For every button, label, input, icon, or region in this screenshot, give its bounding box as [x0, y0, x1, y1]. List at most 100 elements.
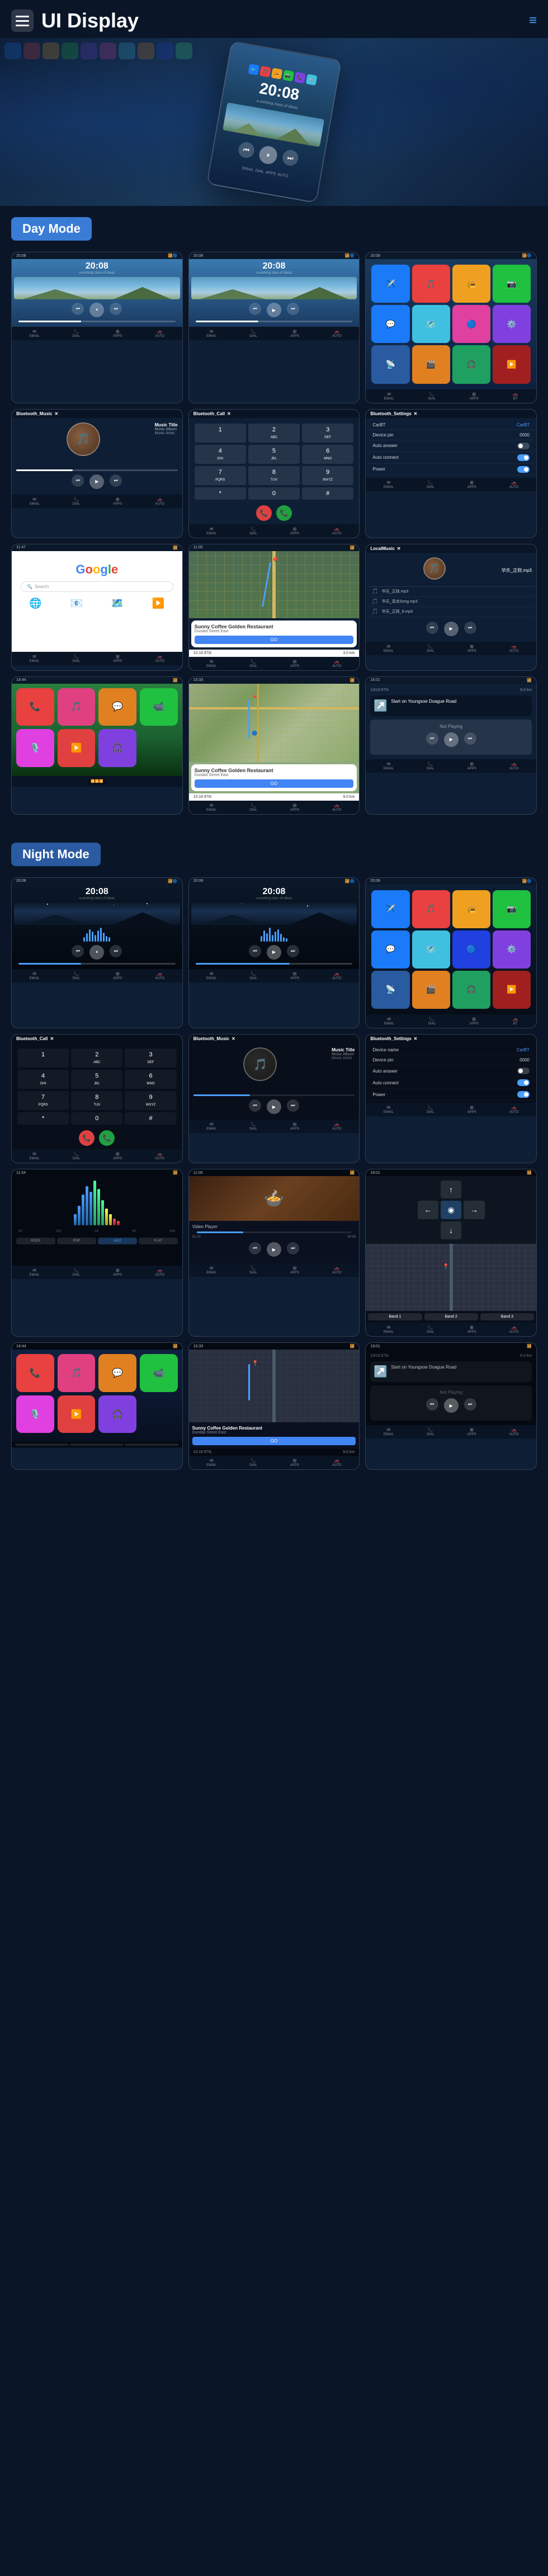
detail-go-btn[interactable]: GO [195, 779, 354, 788]
dial-8[interactable]: 8TUV [248, 466, 300, 485]
np-next[interactable]: ⏭ [464, 732, 476, 745]
night-ctrl-2[interactable]: Band 2 [424, 1313, 478, 1320]
bt-prev[interactable]: ⏮ [72, 474, 84, 487]
day-next-2[interactable]: ⏭ [287, 303, 299, 315]
dial-0[interactable]: 0 [248, 487, 300, 500]
day-play-1[interactable]: ⏸ [89, 303, 104, 317]
night-next-1[interactable]: ⏭ [110, 945, 122, 957]
dial-hash[interactable]: # [302, 487, 353, 500]
bt-play[interactable]: ▶ [89, 474, 104, 489]
night-bt-call-close[interactable]: ✕ [50, 1036, 54, 1041]
night-bt-prev[interactable]: ⏮ [249, 1099, 261, 1112]
night-app-wechat[interactable]: 💬 [371, 930, 409, 969]
night-prev-1[interactable]: ⏮ [72, 945, 84, 957]
night-ctrl-1[interactable]: Band 1 [368, 1313, 422, 1320]
night-app-settings[interactable]: ⚙️ [493, 930, 531, 969]
night-nav-go[interactable]: GO [192, 1437, 356, 1445]
night-app-maps[interactable]: 🗺️ [412, 930, 450, 969]
dial-2[interactable]: 2ABC [248, 424, 300, 443]
dial-4[interactable]: 4GHI [195, 445, 246, 464]
dial-7[interactable]: 7PQRS [195, 466, 246, 485]
night-auto-answer-toggle[interactable] [517, 1068, 530, 1074]
night-dial-4[interactable]: 4GHI [17, 1070, 69, 1089]
ios-music-app[interactable]: 🎵 [58, 688, 96, 726]
night-app-music[interactable]: 🎵 [412, 890, 450, 928]
night-ios-facetime[interactable]: 📹 [140, 1354, 178, 1392]
night-ios-messages[interactable]: 💬 [98, 1354, 136, 1392]
night-dial-star[interactable]: * [17, 1112, 69, 1125]
day-prev-2[interactable]: ⏮ [249, 303, 261, 315]
night-dial-8[interactable]: 8TUV [71, 1091, 122, 1110]
app-radio[interactable]: 📡 [371, 345, 409, 383]
app-spotify[interactable]: 🎧 [452, 345, 490, 383]
night-call-start[interactable]: 📞 [99, 1130, 115, 1146]
song-item-2[interactable]: 🎵 华乐_双龙Song.mp3 [368, 597, 534, 607]
night-settings-auto-connect[interactable]: Auto connect [368, 1077, 534, 1089]
night-dial-hash[interactable]: # [125, 1112, 176, 1125]
nav-arrow-up[interactable]: ↑ [441, 1181, 461, 1198]
night-auto-connect-toggle[interactable] [517, 1079, 530, 1086]
np-prev[interactable]: ⏮ [426, 732, 438, 745]
app-youtube[interactable]: ▶️ [493, 345, 531, 383]
hero-prev-btn[interactable]: ⏮ [237, 141, 255, 159]
night-bt-play[interactable]: ▶ [267, 1099, 281, 1114]
ios-podcast-app[interactable]: 🎙️ [16, 729, 54, 767]
local-music-close[interactable]: ✕ [397, 546, 401, 551]
dial-6[interactable]: 6MNO [302, 445, 353, 464]
google-search-bar[interactable]: 🔍 Search [21, 581, 173, 592]
night-settings-auto-answer[interactable]: Auto answer [368, 1065, 534, 1077]
night-bt-music-close[interactable]: ✕ [232, 1036, 235, 1041]
night-dial-3[interactable]: 3DEF [125, 1049, 176, 1068]
night-dial-2[interactable]: 2ABC [71, 1049, 122, 1068]
song-item-3[interactable]: 🎵 华乐_正则_8.mp3 [368, 607, 534, 617]
app-settings[interactable]: ⚙️ [493, 305, 531, 343]
nav-icon[interactable]: ≡ [529, 13, 537, 29]
hero-play-btn[interactable]: ⏸ [258, 145, 278, 166]
google-app-4[interactable]: ▶️ [139, 598, 177, 609]
night-app-phone[interactable]: 📻 [452, 890, 490, 928]
night-ios-podcast[interactable]: 🎙️ [16, 1395, 54, 1433]
np-play[interactable]: ▶ [444, 732, 459, 747]
night-play-2[interactable]: ▶ [267, 945, 281, 960]
night-dial-7[interactable]: 7PQRS [17, 1091, 69, 1110]
auto-answer-toggle[interactable] [517, 443, 530, 449]
auto-connect-toggle[interactable] [517, 454, 530, 461]
local-play[interactable]: ▶ [444, 622, 459, 636]
night-app-radio[interactable]: 📡 [371, 971, 409, 1009]
night-app-video[interactable]: 🎬 [412, 971, 450, 1009]
media-next[interactable]: ⏭ [287, 1242, 299, 1254]
night-app-telegram[interactable]: ✈️ [371, 890, 409, 928]
nav-arrow-left[interactable]: ← [418, 1201, 438, 1219]
dial-star[interactable]: * [195, 487, 246, 500]
night-dial-6[interactable]: 6MNO [125, 1070, 176, 1089]
ios-messages-app[interactable]: 💬 [98, 688, 136, 726]
eq-btn-3[interactable]: JAZZ [98, 1238, 137, 1244]
day-play-2[interactable]: ▶ [267, 303, 281, 317]
night-power-toggle[interactable] [517, 1091, 530, 1098]
night-prev-2[interactable]: ⏮ [249, 945, 261, 957]
google-app-1[interactable]: 🌐 [16, 598, 55, 609]
power-toggle[interactable] [517, 466, 530, 473]
night-settings-power[interactable]: Power [368, 1089, 534, 1101]
app-wechat[interactable]: 💬 [371, 305, 409, 343]
eq-btn-2[interactable]: POP [57, 1238, 96, 1244]
night-ios-youtube[interactable]: ▶️ [58, 1395, 96, 1433]
night-dial-1[interactable]: 1 [17, 1049, 69, 1068]
ios-spotify-app[interactable]: 🎧 [98, 729, 136, 767]
night-ios-spotify[interactable]: 🎧 [98, 1395, 136, 1433]
hero-next-btn[interactable]: ⏭ [281, 149, 299, 167]
night-app-youtube[interactable]: ▶️ [493, 971, 531, 1009]
night-app-bt[interactable]: 🔵 [452, 930, 490, 969]
nav-go-button[interactable]: GO [195, 636, 354, 644]
app-camera[interactable]: 📷 [493, 265, 531, 303]
night-np-play[interactable]: ▶ [444, 1398, 459, 1413]
menu-icon[interactable] [11, 10, 34, 32]
night-ios-music[interactable]: 🎵 [58, 1354, 96, 1392]
night-np-prev[interactable]: ⏮ [426, 1398, 438, 1411]
settings-auto-answer[interactable]: Auto answer [368, 440, 534, 452]
day-prev-1[interactable]: ⏮ [72, 303, 84, 315]
media-play[interactable]: ▶ [267, 1242, 281, 1257]
night-call-end[interactable]: 📞 [79, 1130, 95, 1146]
ios-facetime-app[interactable]: 📹 [140, 688, 178, 726]
settings-power[interactable]: Power [368, 464, 534, 476]
